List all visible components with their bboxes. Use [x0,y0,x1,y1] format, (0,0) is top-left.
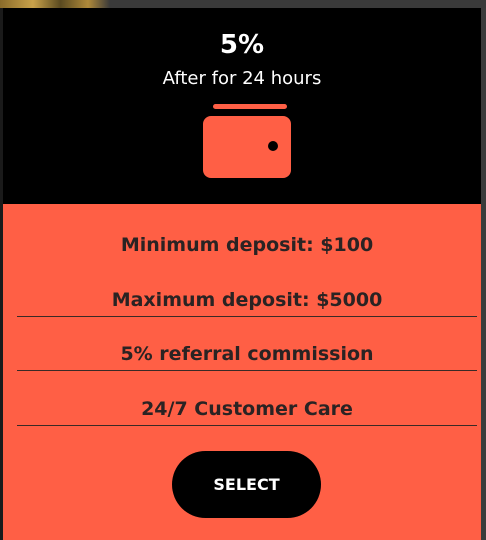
plan-rate: 5% [219,30,265,60]
plan-subtitle: After for 24 hours [162,68,322,89]
divider [17,370,477,371]
divider [17,425,477,426]
scrollbar-track[interactable] [481,8,486,540]
plan-card-header: 5% After for 24 hours [3,8,481,204]
feature-customer-care: 24/7 Customer Care [141,398,353,420]
select-button[interactable]: SELECT [172,451,321,518]
background-strip [0,0,486,8]
feature-minimum-deposit: Minimum deposit: $100 [120,234,374,256]
plan-card: 5% After for 24 hours Minimum deposit: $… [3,8,481,540]
divider [17,316,477,317]
feature-maximum-deposit: Maximum deposit: $5000 [111,289,383,311]
plan-card-body: Minimum deposit: $100 Maximum deposit: $… [3,204,481,540]
background-image-fragment [0,0,110,8]
wallet-icon [203,104,291,178]
feature-referral-commission: 5% referral commission [120,343,374,365]
